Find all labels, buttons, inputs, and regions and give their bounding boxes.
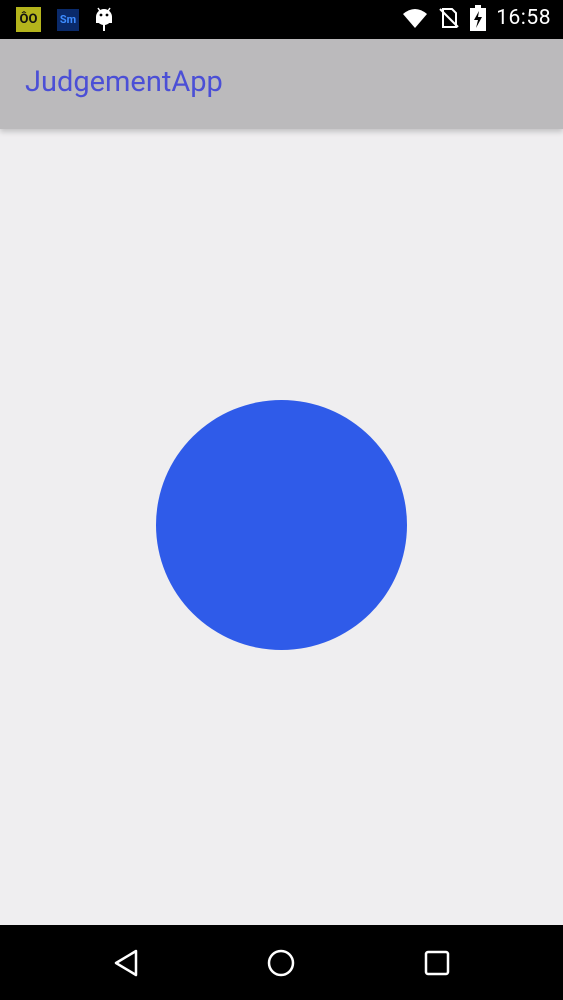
home-icon: [267, 949, 295, 976]
recents-icon: [424, 950, 450, 975]
back-button[interactable]: [86, 925, 166, 1000]
navigation-bar: [0, 925, 563, 1000]
battery-charging-icon: [470, 5, 487, 31]
back-icon: [114, 949, 138, 976]
no-sim-icon: [439, 8, 459, 28]
android-debug-icon: [96, 7, 112, 31]
app-bar: JudgementApp: [0, 39, 563, 129]
system-status: 16:58: [402, 5, 551, 31]
main-content: [0, 129, 563, 925]
notification-icons: ÔO Sm: [16, 7, 115, 32]
recents-button[interactable]: [397, 925, 477, 1000]
clock: 16:58: [496, 6, 551, 30]
app-title: JudgementApp: [25, 65, 223, 99]
home-button[interactable]: [241, 925, 321, 1000]
wifi-icon: [403, 9, 428, 28]
sm-app-icon: Sm: [57, 8, 79, 31]
status-bar: ÔO Sm 16:58: [0, 0, 563, 39]
blue-circle[interactable]: [156, 400, 407, 650]
oo-app-icon: ÔO: [16, 7, 41, 32]
